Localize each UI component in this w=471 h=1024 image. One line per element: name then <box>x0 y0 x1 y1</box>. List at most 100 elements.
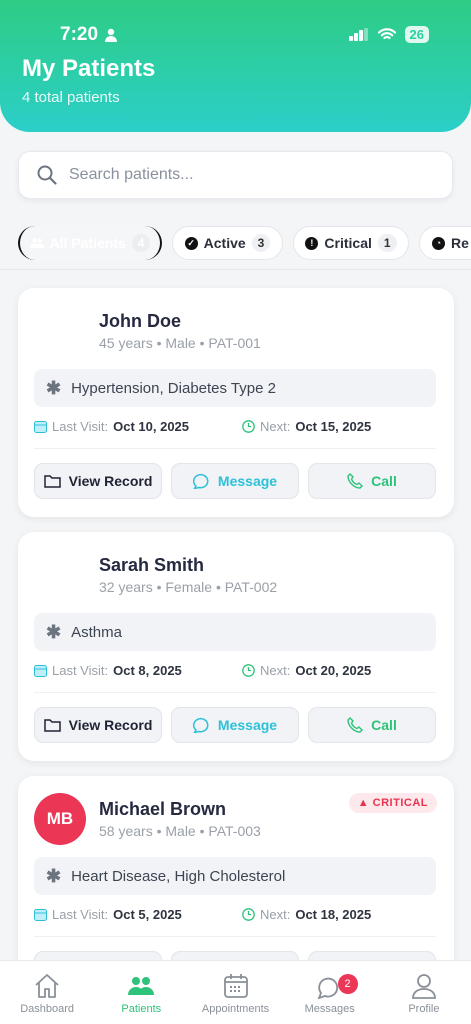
condition-box: ✱ Hypertension, Diabetes Type 2 <box>34 369 436 407</box>
avatar: MB <box>34 793 86 845</box>
users-icon <box>128 977 155 995</box>
chip-count: 4 <box>131 234 151 252</box>
message-button[interactable]: Message <box>171 707 299 743</box>
divider <box>34 692 436 693</box>
nav-profile[interactable]: Profile <box>377 961 471 1024</box>
patient-card[interactable]: John Doe 45 years • Male • PAT-001 ✱ Hyper… <box>18 288 454 517</box>
patient-count: 4 total patients <box>22 89 120 106</box>
alert-circle-icon: ! <box>305 236 319 250</box>
filter-all-patients[interactable]: All Patients 4 <box>18 226 162 260</box>
phone-icon <box>347 473 364 489</box>
last-visit-date: Oct 5, 2025 <box>113 907 182 922</box>
clock-icon <box>242 420 255 433</box>
signal-icon <box>348 28 368 41</box>
nav-patients[interactable]: Patients <box>94 961 188 1024</box>
last-visit-date: Oct 8, 2025 <box>113 663 182 678</box>
nav-appointments[interactable]: Appointments <box>188 961 282 1024</box>
home-icon <box>35 974 59 998</box>
asterisk-icon: ✱ <box>46 621 62 642</box>
last-visit-label: Last Visit: <box>52 907 109 922</box>
patient-name: Sarah Smith <box>99 555 205 575</box>
next-date: Oct 18, 2025 <box>295 907 372 922</box>
status-icons: 26 <box>348 26 429 43</box>
check-circle-icon: ✓ <box>184 236 198 250</box>
call-button[interactable]: Call <box>308 707 436 743</box>
view-record-button[interactable]: View Record <box>34 707 162 743</box>
chip-label: All Patients <box>49 235 126 251</box>
view-record-button[interactable]: View Record <box>34 463 162 499</box>
filter-recent[interactable]: ◔ Re <box>419 226 471 260</box>
button-label: View Record <box>68 473 153 489</box>
critical-badge: ▲ CRITICAL <box>348 793 437 813</box>
nav-messages[interactable]: 2 Messages <box>283 961 377 1024</box>
next-label: Next: <box>260 907 291 922</box>
divider <box>0 269 471 270</box>
condition-text: Asthma <box>71 623 122 641</box>
search-input[interactable] <box>69 166 409 184</box>
last-visit: Last Visit: Oct 10, 2025 <box>34 419 189 434</box>
clock-icon: ◔ <box>432 236 445 250</box>
asterisk-icon: ✱ <box>46 377 62 398</box>
header: 7:20 26 My Patients 4 total patients <box>0 0 471 132</box>
chat-bubble-icon <box>192 473 209 489</box>
nav-dashboard[interactable]: Dashboard <box>0 961 94 1024</box>
next-visit: Next: Oct 18, 2025 <box>242 907 371 922</box>
users-icon <box>29 238 44 248</box>
calendar-icon <box>34 421 47 433</box>
asterisk-icon: ✱ <box>46 865 62 886</box>
chip-count: 1 <box>377 234 397 252</box>
button-label: Message <box>217 473 278 489</box>
chip-label: Critical <box>324 235 372 251</box>
calendar-icon <box>223 974 248 998</box>
filter-active[interactable]: ✓ Active 3 <box>172 226 283 260</box>
wifi-icon <box>377 28 396 40</box>
nav-label: Dashboard <box>20 1003 75 1015</box>
next-date: Oct 15, 2025 <box>295 419 372 434</box>
search-icon <box>37 165 57 185</box>
patient-card[interactable]: Sarah Smith 32 years • Female • PAT-002 ✱… <box>18 532 454 761</box>
chip-count: 3 <box>251 234 271 252</box>
chip-label: Re <box>451 235 469 251</box>
patient-meta: 45 years • Male • PAT-001 <box>99 335 261 351</box>
clock-icon <box>242 908 255 921</box>
card-actions: View Record Message Call <box>34 707 436 743</box>
patient-name: John Doe <box>99 311 182 331</box>
filter-chips: All Patients 4 ✓ Active 3 ! Critical 1 ◔… <box>18 226 471 260</box>
filter-critical[interactable]: ! Critical 1 <box>293 226 409 260</box>
divider <box>34 448 436 449</box>
person-icon <box>412 974 436 999</box>
patient-name: Michael Brown <box>99 799 227 819</box>
button-label: View Record <box>68 717 153 733</box>
status-time: 7:20 <box>60 24 99 45</box>
condition-box: ✱ Asthma <box>34 613 436 651</box>
divider <box>34 936 436 937</box>
next-label: Next: <box>260 663 291 678</box>
person-icon <box>105 28 117 42</box>
button-label: Message <box>217 717 278 733</box>
search-bar[interactable] <box>18 151 453 199</box>
messages-badge: 2 <box>337 974 358 994</box>
button-label: Call <box>371 717 397 733</box>
nav-label: Messages <box>304 1003 355 1015</box>
patient-meta: 58 years • Male • PAT-003 <box>99 823 261 839</box>
warning-icon: ▲ <box>357 797 370 809</box>
last-visit-date: Oct 10, 2025 <box>113 419 190 434</box>
folder-icon <box>43 719 61 732</box>
button-label: Call <box>371 473 397 489</box>
last-visit: Last Visit: Oct 8, 2025 <box>34 663 182 678</box>
last-visit: Last Visit: Oct 5, 2025 <box>34 907 182 922</box>
message-button[interactable]: Message <box>171 463 299 499</box>
next-visit: Next: Oct 15, 2025 <box>242 419 371 434</box>
phone-icon <box>347 717 364 733</box>
bottom-nav: Dashboard Patients Appointments 2 Messag… <box>0 960 471 1024</box>
condition-text: Heart Disease, High Cholesterol <box>71 867 286 885</box>
condition-box: ✱ Heart Disease, High Cholesterol <box>34 857 436 895</box>
last-visit-label: Last Visit: <box>52 419 109 434</box>
chat-bubble-icon <box>192 717 209 733</box>
nav-label: Patients <box>121 1003 162 1015</box>
call-button[interactable]: Call <box>308 463 436 499</box>
chip-label: Active <box>203 235 246 251</box>
calendar-icon <box>34 909 47 921</box>
last-visit-label: Last Visit: <box>52 663 109 678</box>
condition-text: Hypertension, Diabetes Type 2 <box>71 379 276 397</box>
